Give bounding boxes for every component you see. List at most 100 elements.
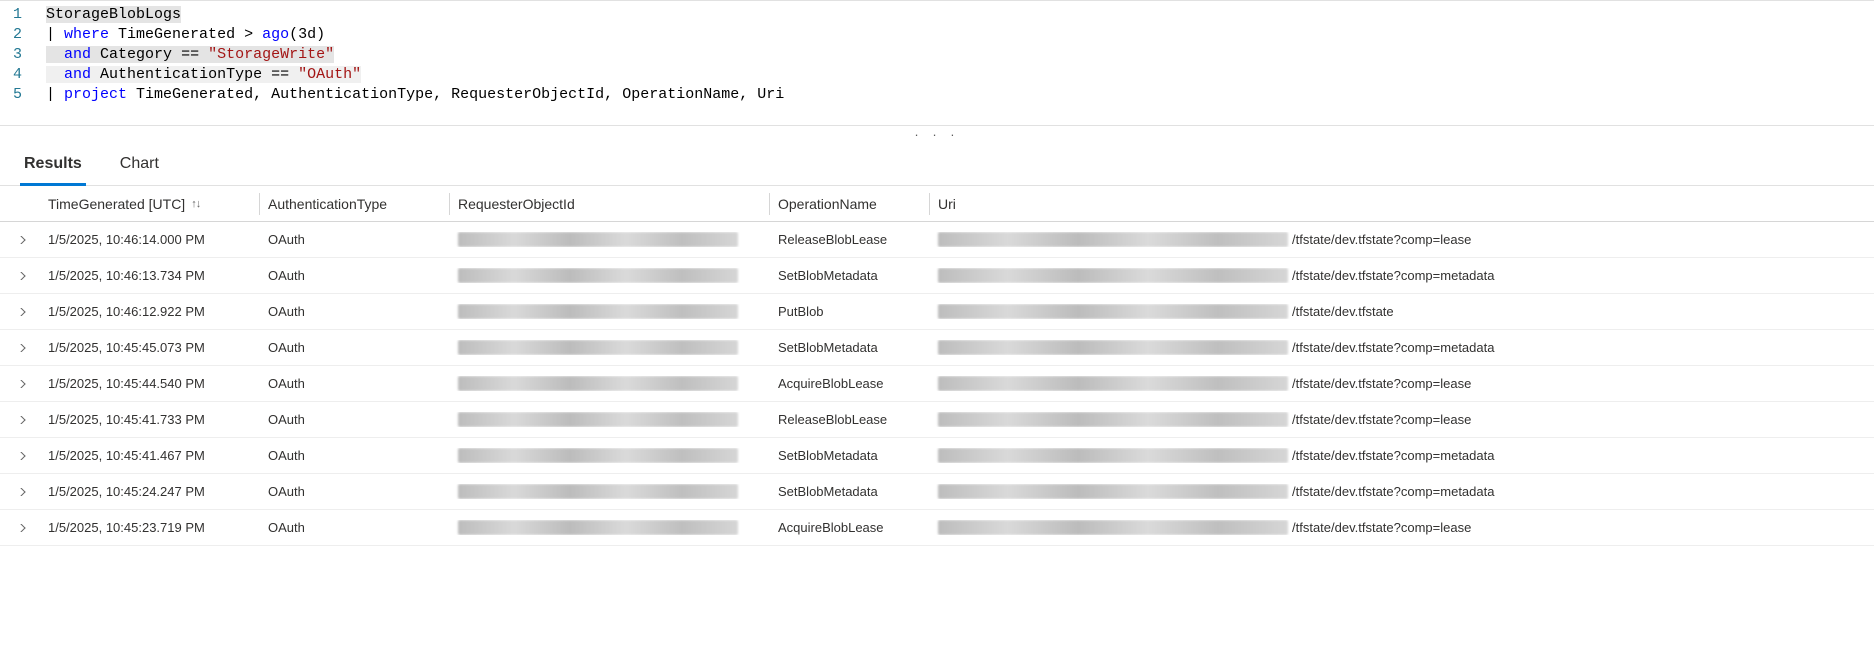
cell-auth: OAuth bbox=[260, 268, 450, 283]
token-str: "OAuth" bbox=[298, 66, 361, 83]
cell-uri: /tfstate/dev.tfstate?comp=metadata bbox=[930, 268, 1874, 283]
tab-results[interactable]: Results bbox=[20, 149, 86, 186]
chevron-right-icon bbox=[14, 380, 25, 388]
code-content[interactable]: StorageBlobLogs bbox=[32, 5, 181, 25]
token-op bbox=[91, 46, 100, 63]
cell-time: 1/5/2025, 10:46:14.000 PM bbox=[40, 232, 260, 247]
token-ident: 3d bbox=[298, 26, 316, 43]
table-row[interactable]: 1/5/2025, 10:45:23.719 PMOAuthAcquireBlo… bbox=[0, 510, 1874, 546]
cell-operation: AcquireBlobLease bbox=[770, 520, 930, 535]
code-content[interactable]: | project TimeGenerated, AuthenticationT… bbox=[32, 85, 784, 105]
cell-uri: /tfstate/dev.tfstate?comp=metadata bbox=[930, 340, 1874, 355]
token-ident: TimeGenerated bbox=[118, 26, 235, 43]
tab-chart[interactable]: Chart bbox=[116, 149, 163, 185]
uri-suffix: /tfstate/dev.tfstate bbox=[1292, 304, 1394, 319]
code-content[interactable]: | where TimeGenerated > ago(3d) bbox=[32, 25, 325, 45]
table-row[interactable]: 1/5/2025, 10:45:41.467 PMOAuthSetBlobMet… bbox=[0, 438, 1874, 474]
token-str: "StorageWrite" bbox=[208, 46, 334, 63]
cell-operation: SetBlobMetadata bbox=[770, 340, 930, 355]
table-row[interactable]: 1/5/2025, 10:45:44.540 PMOAuthAcquireBlo… bbox=[0, 366, 1874, 402]
token-op: | bbox=[46, 86, 64, 103]
row-expand-toggle[interactable] bbox=[0, 344, 40, 352]
token-ident: TimeGenerated bbox=[136, 86, 253, 103]
pane-splitter[interactable]: · · · bbox=[0, 126, 1874, 145]
token-ident: Category bbox=[100, 46, 172, 63]
uri-suffix: /tfstate/dev.tfstate?comp=lease bbox=[1292, 520, 1471, 535]
code-content[interactable]: and Category == "StorageWrite" bbox=[32, 45, 334, 65]
redacted-content bbox=[938, 376, 1288, 391]
column-header-requester-label: RequesterObjectId bbox=[458, 196, 575, 212]
table-row[interactable]: 1/5/2025, 10:46:14.000 PMOAuthReleaseBlo… bbox=[0, 222, 1874, 258]
token-op: == bbox=[172, 46, 208, 63]
table-row[interactable]: 1/5/2025, 10:45:24.247 PMOAuthSetBlobMet… bbox=[0, 474, 1874, 510]
cell-auth: OAuth bbox=[260, 448, 450, 463]
cell-requester bbox=[450, 448, 770, 463]
row-expand-toggle[interactable] bbox=[0, 272, 40, 280]
chevron-right-icon bbox=[14, 488, 25, 496]
cell-time: 1/5/2025, 10:45:41.733 PM bbox=[40, 412, 260, 427]
code-content[interactable]: and AuthenticationType == "OAuth" bbox=[32, 65, 361, 85]
uri-suffix: /tfstate/dev.tfstate?comp=metadata bbox=[1292, 340, 1494, 355]
row-expand-toggle[interactable] bbox=[0, 488, 40, 496]
token-op bbox=[46, 46, 64, 63]
cell-time: 1/5/2025, 10:45:41.467 PM bbox=[40, 448, 260, 463]
chevron-right-icon bbox=[14, 452, 25, 460]
token-op: ) bbox=[316, 26, 325, 43]
chevron-right-icon bbox=[14, 416, 25, 424]
cell-time: 1/5/2025, 10:45:44.540 PM bbox=[40, 376, 260, 391]
row-expand-toggle[interactable] bbox=[0, 380, 40, 388]
line-number: 4 bbox=[0, 65, 32, 85]
results-table: TimeGenerated [UTC] ↑↓ AuthenticationTyp… bbox=[0, 186, 1874, 546]
cell-requester bbox=[450, 304, 770, 319]
token-op: , bbox=[739, 86, 757, 103]
cell-auth: OAuth bbox=[260, 412, 450, 427]
code-line[interactable]: 3 and Category == "StorageWrite" bbox=[0, 45, 1874, 65]
table-header-row: TimeGenerated [UTC] ↑↓ AuthenticationTyp… bbox=[0, 186, 1874, 222]
chevron-right-icon bbox=[14, 308, 25, 316]
column-header-operation[interactable]: OperationName bbox=[770, 193, 930, 215]
code-line[interactable]: 2| where TimeGenerated > ago(3d) bbox=[0, 25, 1874, 45]
column-header-uri[interactable]: Uri bbox=[930, 196, 1874, 212]
chevron-right-icon bbox=[14, 236, 25, 244]
row-expand-toggle[interactable] bbox=[0, 236, 40, 244]
token-ident: AuthenticationType bbox=[271, 86, 433, 103]
redacted-content bbox=[458, 268, 738, 283]
table-row[interactable]: 1/5/2025, 10:45:45.073 PMOAuthSetBlobMet… bbox=[0, 330, 1874, 366]
token-kw: and bbox=[64, 46, 91, 63]
cell-operation: AcquireBlobLease bbox=[770, 376, 930, 391]
redacted-content bbox=[938, 484, 1288, 499]
token-op: > bbox=[235, 26, 262, 43]
table-row[interactable]: 1/5/2025, 10:46:13.734 PMOAuthSetBlobMet… bbox=[0, 258, 1874, 294]
cell-auth: OAuth bbox=[260, 304, 450, 319]
cell-requester bbox=[450, 268, 770, 283]
column-header-time-label: TimeGenerated [UTC] bbox=[48, 196, 185, 212]
token-kw: and bbox=[64, 66, 91, 83]
code-line[interactable]: 1StorageBlobLogs bbox=[0, 5, 1874, 25]
uri-suffix: /tfstate/dev.tfstate?comp=metadata bbox=[1292, 448, 1494, 463]
redacted-content bbox=[458, 376, 738, 391]
token-ident: OperationName bbox=[622, 86, 739, 103]
cell-operation: SetBlobMetadata bbox=[770, 484, 930, 499]
row-expand-toggle[interactable] bbox=[0, 452, 40, 460]
uri-suffix: /tfstate/dev.tfstate?comp=lease bbox=[1292, 376, 1471, 391]
row-expand-toggle[interactable] bbox=[0, 524, 40, 532]
line-number: 5 bbox=[0, 85, 32, 105]
query-editor[interactable]: 1StorageBlobLogs2| where TimeGenerated >… bbox=[0, 0, 1874, 126]
column-header-requester[interactable]: RequesterObjectId bbox=[450, 193, 770, 215]
row-expand-toggle[interactable] bbox=[0, 416, 40, 424]
table-row[interactable]: 1/5/2025, 10:46:12.922 PMOAuthPutBlob/tf… bbox=[0, 294, 1874, 330]
table-row[interactable]: 1/5/2025, 10:45:41.733 PMOAuthReleaseBlo… bbox=[0, 402, 1874, 438]
code-line[interactable]: 4 and AuthenticationType == "OAuth" bbox=[0, 65, 1874, 85]
row-expand-toggle[interactable] bbox=[0, 308, 40, 316]
token-op bbox=[127, 86, 136, 103]
cell-auth: OAuth bbox=[260, 520, 450, 535]
column-header-auth[interactable]: AuthenticationType bbox=[260, 193, 450, 215]
cell-operation: SetBlobMetadata bbox=[770, 268, 930, 283]
line-number: 2 bbox=[0, 25, 32, 45]
code-line[interactable]: 5| project TimeGenerated, Authentication… bbox=[0, 85, 1874, 105]
column-header-time[interactable]: TimeGenerated [UTC] ↑↓ bbox=[40, 193, 260, 215]
cell-uri: /tfstate/dev.tfstate?comp=metadata bbox=[930, 448, 1874, 463]
token-op: , bbox=[433, 86, 451, 103]
redacted-content bbox=[458, 484, 738, 499]
sort-icon: ↑↓ bbox=[191, 198, 200, 210]
